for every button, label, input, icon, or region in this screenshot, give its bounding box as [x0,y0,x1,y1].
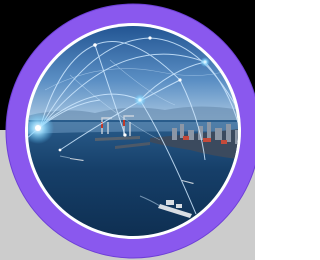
circular-photo-badge [5,3,255,259]
